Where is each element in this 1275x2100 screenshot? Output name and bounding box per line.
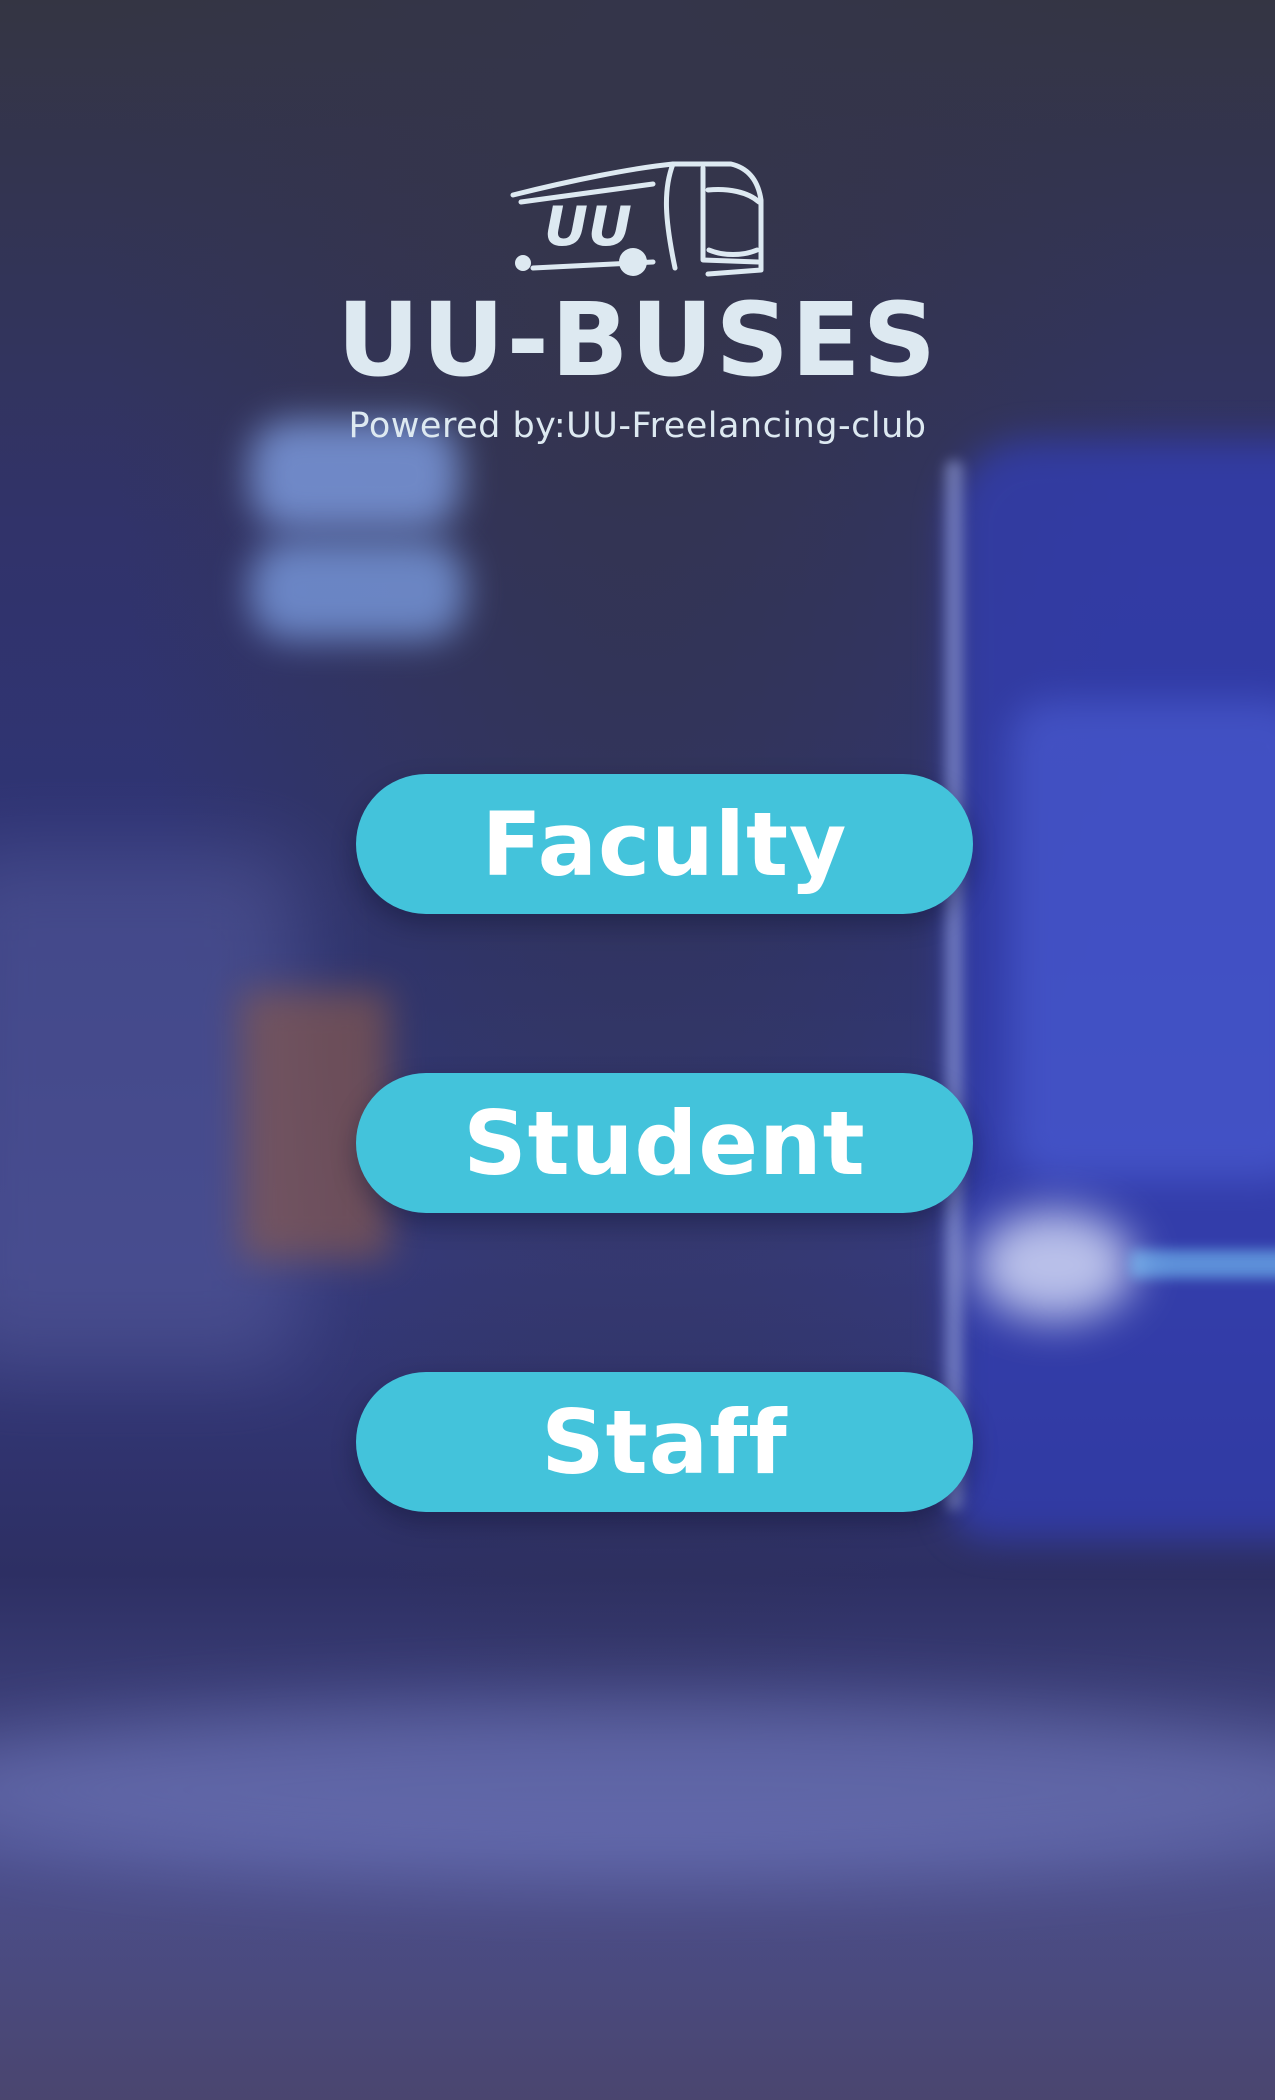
staff-button[interactable]: Staff bbox=[356, 1372, 973, 1512]
brand-header: UU UU-BUSES Powered by:UU-Freelancing-cl… bbox=[0, 150, 1275, 446]
bus-logo-icon: UU bbox=[510, 161, 763, 277]
faculty-button-label: Faculty bbox=[481, 792, 848, 896]
svg-text:UU: UU bbox=[544, 195, 632, 258]
role-menu: Faculty Student Staff bbox=[356, 774, 973, 1671]
student-button[interactable]: Student bbox=[356, 1073, 973, 1213]
app-subtitle: Powered by:UU-Freelancing-club bbox=[348, 406, 927, 446]
student-button-label: Student bbox=[463, 1091, 866, 1195]
app-title: UU-BUSES bbox=[336, 281, 939, 400]
faculty-button[interactable]: Faculty bbox=[356, 774, 973, 914]
staff-button-label: Staff bbox=[541, 1390, 788, 1494]
